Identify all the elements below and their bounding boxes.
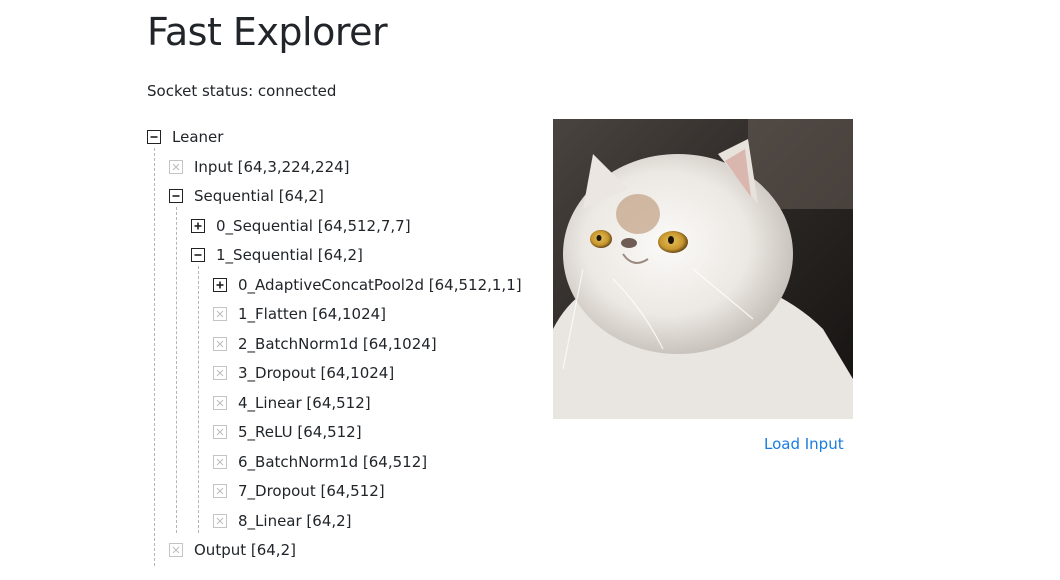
tree-node-adaptive-concat-pool[interactable]: 0_AdaptiveConcatPool2d [64,512,1,1] <box>213 275 522 295</box>
load-input-link[interactable]: Load Input <box>764 434 844 454</box>
tree-node-label: Output [64,2] <box>194 541 296 559</box>
tree-node-label: Input [64,3,224,224] <box>194 158 350 176</box>
tree-node-0-sequential[interactable]: 0_Sequential [64,512,7,7] <box>191 216 411 236</box>
tree-node-label: 7_Dropout [64,512] <box>238 482 385 500</box>
tree-node-label: Sequential [64,2] <box>194 187 324 205</box>
tree-node-relu[interactable]: 5_ReLU [64,512] <box>213 422 362 442</box>
input-image <box>553 119 853 419</box>
tree-guide-line-root <box>154 148 155 566</box>
minus-square-icon[interactable] <box>169 189 183 203</box>
x-square-icon <box>213 455 227 469</box>
page-title: Fast Explorer <box>147 10 388 54</box>
tree-guide-line-1-sequential <box>198 266 199 533</box>
x-square-icon <box>213 307 227 321</box>
tree-node-label: 1_Sequential [64,2] <box>216 246 363 264</box>
tree-node-label: 4_Linear [64,512] <box>238 394 371 412</box>
x-square-icon <box>213 425 227 439</box>
tree-node-label: 1_Flatten [64,1024] <box>238 305 387 323</box>
tree-node-batchnorm-2[interactable]: 6_BatchNorm1d [64,512] <box>213 452 427 472</box>
tree-node-batchnorm-1[interactable]: 2_BatchNorm1d [64,1024] <box>213 334 437 354</box>
tree-node-linear-1[interactable]: 4_Linear [64,512] <box>213 393 371 413</box>
tree-node-label: 8_Linear [64,2] <box>238 512 352 530</box>
tree-node-1-sequential[interactable]: 1_Sequential [64,2] <box>191 245 363 265</box>
tree-node-linear-2[interactable]: 8_Linear [64,2] <box>213 511 352 531</box>
x-square-icon <box>213 366 227 380</box>
tree-node-label: 2_BatchNorm1d [64,1024] <box>238 335 437 353</box>
socket-status: Socket status: connected <box>147 82 337 100</box>
tree-node-label: 0_Sequential [64,512,7,7] <box>216 217 411 235</box>
tree-node-leaner[interactable]: Leaner <box>147 127 223 147</box>
x-square-icon <box>213 396 227 410</box>
tree-node-dropout-1[interactable]: 3_Dropout [64,1024] <box>213 363 394 383</box>
plus-square-icon[interactable] <box>191 219 205 233</box>
plus-square-icon[interactable] <box>213 278 227 292</box>
tree-node-sequential[interactable]: Sequential [64,2] <box>169 186 324 206</box>
tree-node-dropout-2[interactable]: 7_Dropout [64,512] <box>213 481 385 501</box>
tree-node-output[interactable]: Output [64,2] <box>169 540 296 560</box>
x-square-icon <box>213 514 227 528</box>
tree-node-label: Leaner <box>172 128 224 146</box>
tree-node-label: 5_ReLU [64,512] <box>238 423 362 441</box>
tree-node-label: 3_Dropout [64,1024] <box>238 364 395 382</box>
x-square-icon <box>169 160 183 174</box>
tree-node-input[interactable]: Input [64,3,224,224] <box>169 157 350 177</box>
minus-square-icon[interactable] <box>191 248 205 262</box>
tree-guide-line-sequential <box>176 207 177 533</box>
minus-square-icon[interactable] <box>147 130 161 144</box>
tree-node-flatten[interactable]: 1_Flatten [64,1024] <box>213 304 386 324</box>
x-square-icon <box>169 543 183 557</box>
tree-node-label: 6_BatchNorm1d [64,512] <box>238 453 428 471</box>
x-square-icon <box>213 484 227 498</box>
tree-node-label: 0_AdaptiveConcatPool2d [64,512,1,1] <box>238 276 522 294</box>
x-square-icon <box>213 337 227 351</box>
